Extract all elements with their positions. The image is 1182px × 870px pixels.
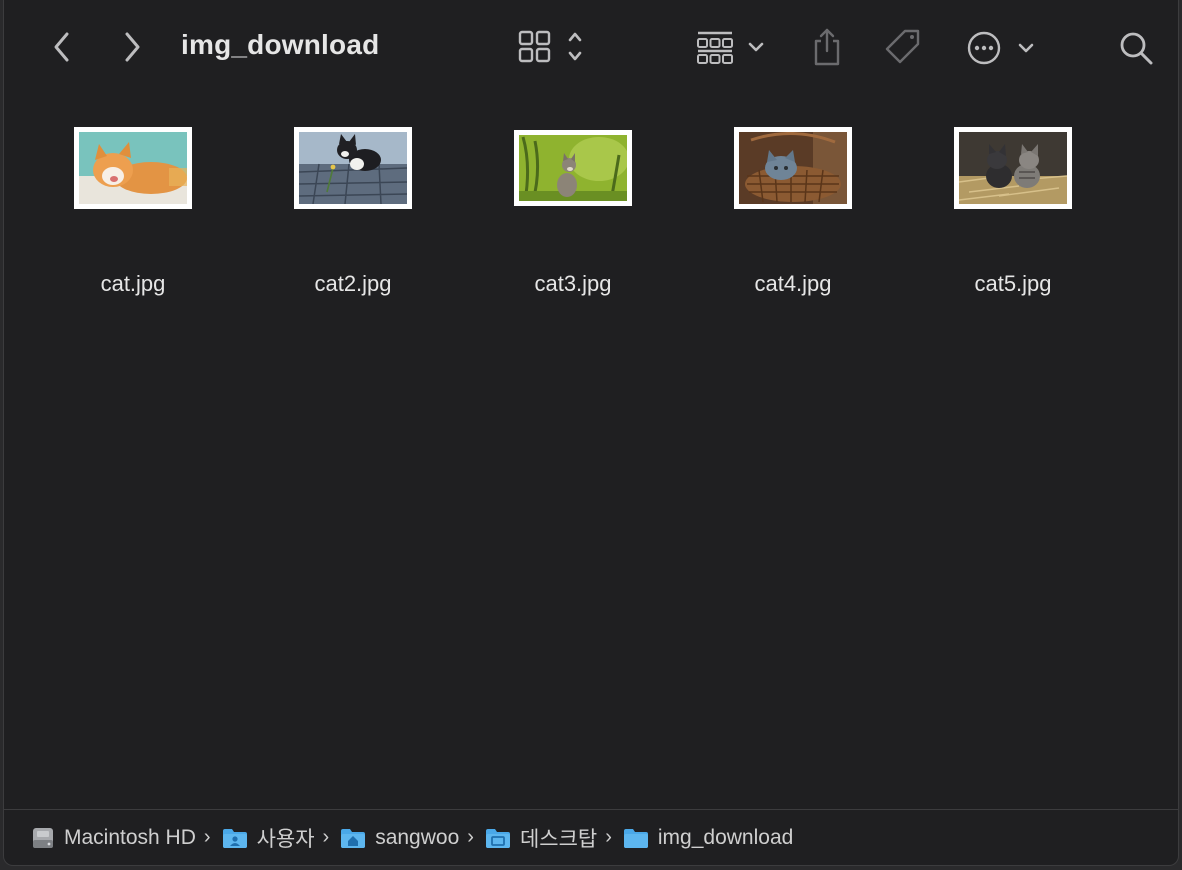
file-name: cat.jpg [100,271,166,296]
file-item[interactable]: cat3.jpg [485,95,661,315]
path-crumb-macintosh-hd[interactable]: Macintosh HD [30,825,196,851]
back-button[interactable] [46,30,78,64]
file-item[interactable]: cat4.jpg [705,95,881,315]
file-thumbnail-frame [485,95,661,241]
file-thumbnail [294,127,412,209]
path-crumb-desktop[interactable]: 데스크탑 [484,823,597,853]
icon-grid-view-icon [518,30,582,63]
file-thumbnail-frame [705,95,881,241]
hard-drive-icon [30,825,56,851]
file-name: cat5.jpg [974,271,1052,296]
file-name: cat4.jpg [754,271,832,296]
cat-image [519,135,627,201]
path-crumb-label: 사용자 [256,827,315,851]
file-name: cat2.jpg [314,271,392,296]
view-mode-button[interactable] [516,28,588,66]
chevron-right-icon [125,32,140,62]
group-by-button[interactable] [694,28,772,66]
cat-image [299,132,407,204]
path-separator: › [605,826,612,848]
tag-button[interactable] [882,26,924,68]
file-item[interactable]: cat2.jpg [265,95,441,315]
path-separator: › [203,826,211,848]
share-icon [814,28,840,66]
file-thumbnail-frame [265,95,441,241]
forward-button[interactable] [116,30,148,64]
path-crumb-users[interactable]: 사용자 [221,823,315,853]
path-crumb-label: sangwoo [375,825,460,849]
share-button[interactable] [808,26,846,68]
path-crumb-label: Macintosh HD [64,825,196,849]
users-folder-icon [221,826,249,850]
group-by-icon [697,31,764,64]
file-thumbnail [514,130,632,206]
path-crumb-label: img_download [657,825,794,849]
tag-icon [885,29,920,64]
file-thumbnail [734,127,852,209]
toolbar: img_download [4,0,1178,95]
desktop-folder-icon [484,826,512,850]
file-name: cat3.jpg [534,271,612,296]
path-bar: Macintosh HD › 사용자 › sangwoo › 데스크탑 › im… [4,809,1178,865]
file-thumbnail [954,127,1072,209]
cat-image [739,132,847,204]
file-thumbnail-frame [925,95,1101,241]
file-thumbnail-frame [45,95,221,241]
path-crumb-img-download[interactable]: img_download [622,826,793,850]
window-title: img_download [181,29,380,60]
home-folder-icon [339,826,367,850]
path-crumb-label: 데스크탑 [519,827,598,851]
folder-icon [622,826,650,850]
path-separator: › [322,826,330,848]
more-actions-button[interactable] [964,28,1040,68]
finder-window: img_download cat.jpg cat2.jpg cat3.jpg c… [3,0,1179,866]
ellipsis-circle-icon [967,31,1034,65]
cat-image [959,132,1067,204]
file-item[interactable]: cat.jpg [45,95,221,315]
search-icon [1120,32,1153,65]
path-crumb-sangwoo[interactable]: sangwoo [339,826,459,850]
search-button[interactable] [1116,28,1156,68]
file-item[interactable]: cat5.jpg [925,95,1101,315]
cat-image [79,132,187,204]
chevron-left-icon [54,32,69,62]
file-thumbnail [74,127,192,209]
path-separator: › [467,826,474,848]
